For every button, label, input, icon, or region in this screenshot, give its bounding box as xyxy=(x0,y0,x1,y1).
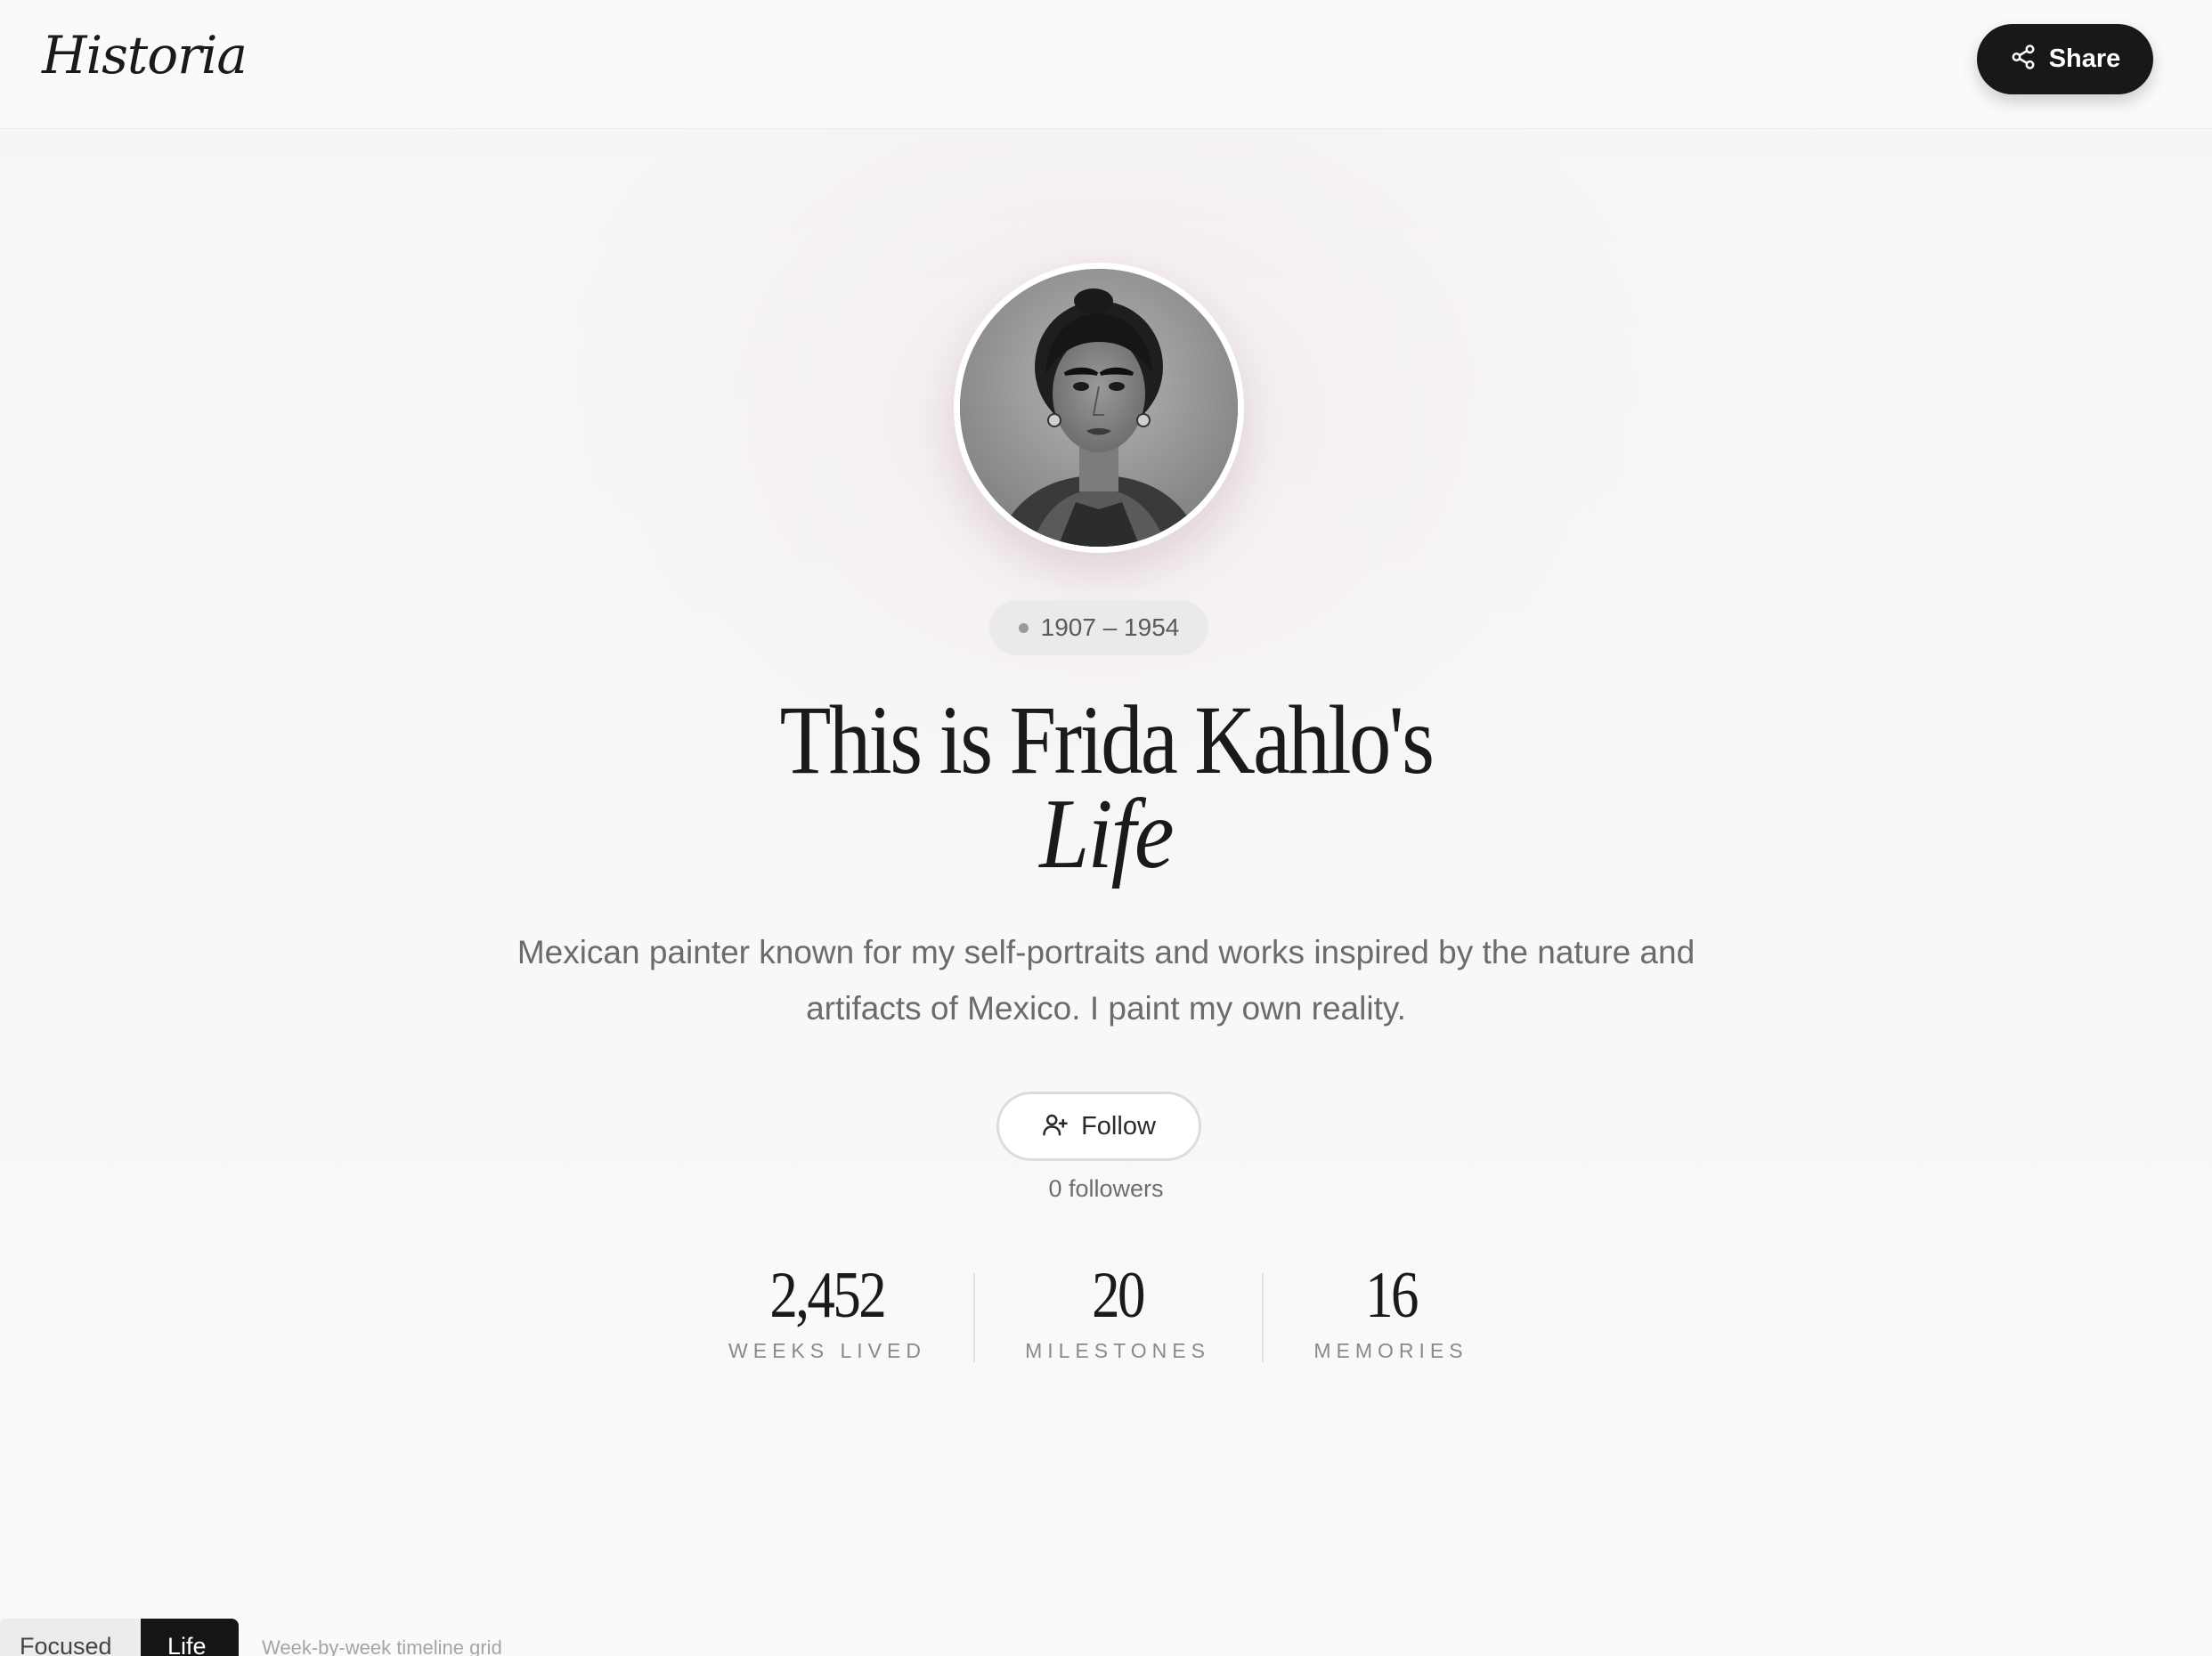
follow-button-label: Follow xyxy=(1081,1111,1156,1141)
stat-label: MILESTONES xyxy=(1025,1339,1210,1362)
stat-divider xyxy=(1262,1273,1264,1362)
follow-button[interactable]: Follow xyxy=(996,1092,1201,1161)
share-button[interactable]: Share xyxy=(1977,24,2153,94)
lifespan-text: 1907 – 1954 xyxy=(1040,613,1180,641)
stat-label: MEMORIES xyxy=(1313,1339,1468,1362)
historia-logo[interactable]: Historia xyxy=(42,25,248,85)
stat-value: 2,452 xyxy=(769,1259,887,1332)
stat-weeks-lived: 2,452 WEEKS LIVED xyxy=(718,1255,937,1363)
page-title: This is Frida Kahlo's Life xyxy=(0,686,2212,889)
timeline-caption: Week-by-week timeline grid xyxy=(262,1636,502,1656)
stats-row: 2,452 WEEKS LIVED 20 MILESTONES 16 MEMOR… xyxy=(0,1255,2212,1380)
share-icon xyxy=(2010,44,2037,75)
followers-count: 0 followers xyxy=(1048,1175,1164,1202)
profile-bio: Mexican painter known for my self-portra… xyxy=(516,934,1696,1027)
stat-divider xyxy=(973,1273,975,1362)
title-line-name: This is Frida Kahlo's xyxy=(779,686,1435,794)
tab-life[interactable]: Life xyxy=(141,1619,239,1656)
add-user-icon xyxy=(1042,1111,1069,1142)
dot-icon xyxy=(1018,622,1029,633)
tab-focused[interactable]: Focused xyxy=(0,1619,141,1656)
lifespan-badge: 1907 – 1954 xyxy=(989,600,1208,655)
title-line-life: Life xyxy=(1039,779,1174,889)
top-header: Historia Share xyxy=(0,0,2212,129)
profile-page: Historia Share 1907 – 1954 This is Frida… xyxy=(0,0,2212,1656)
stat-value: 20 xyxy=(1092,1259,1145,1332)
share-button-label: Share xyxy=(2048,45,2121,73)
stat-memories: 16 MEMORIES xyxy=(1311,1255,1471,1363)
stat-value: 16 xyxy=(1365,1259,1419,1332)
stat-milestones: 20 MILESTONES xyxy=(1017,1255,1218,1363)
stat-label: WEEKS LIVED xyxy=(728,1339,926,1362)
view-mode-tabs: Focused Life Week-by-week timeline grid xyxy=(0,1619,502,1656)
avatar-portrait-image xyxy=(960,269,1238,547)
avatar xyxy=(954,263,1244,553)
